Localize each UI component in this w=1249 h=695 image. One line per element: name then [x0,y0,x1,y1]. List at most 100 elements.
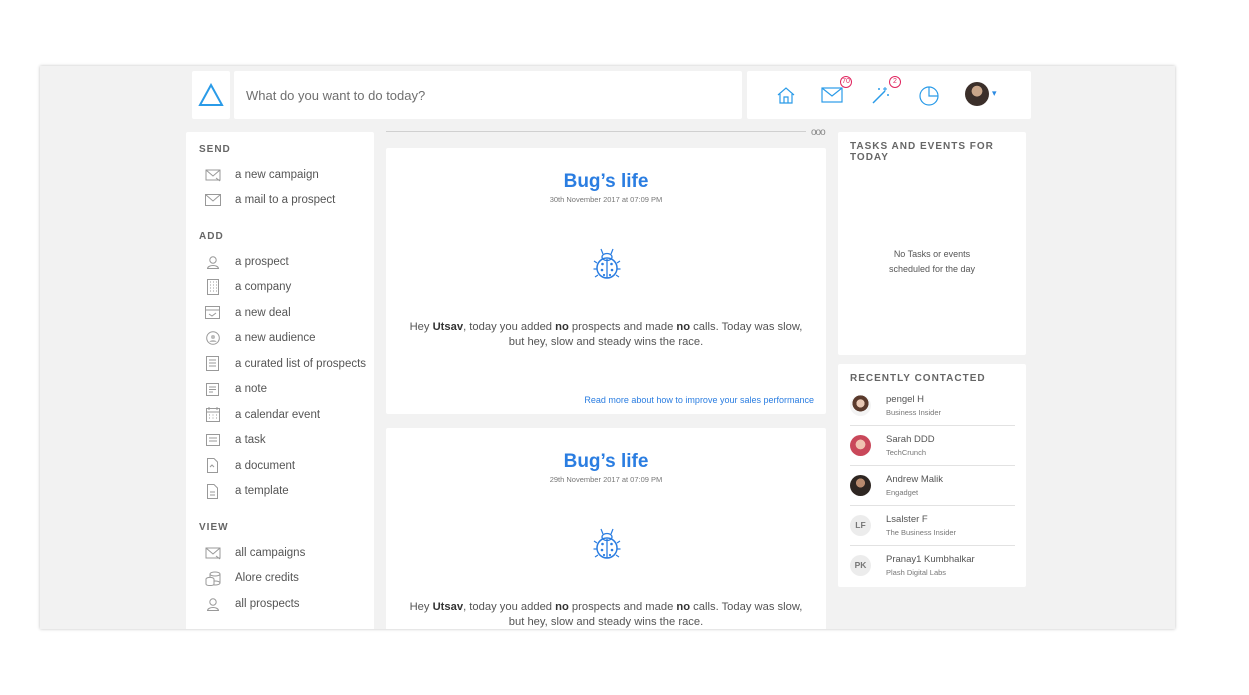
recent-title: RECENTLY CONTACTED [850,373,986,384]
card-title: Bug’s life [563,451,649,472]
contact-item[interactable]: PK Pranay1 Kumbhalkar Plash Digital Labs [850,546,1015,586]
building-icon [204,279,221,296]
more-options-icon[interactable]: ooo [811,127,826,138]
magic-wand-icon [872,87,889,104]
sidebar-item-calendar-event[interactable]: a calendar event [186,402,374,428]
home-icon [777,86,795,104]
sidebar-item-label: a new audience [235,332,316,345]
sidebar-item-label: a company [235,281,292,294]
audience-icon [204,330,221,347]
sidebar-item-new-campaign[interactable]: a new campaign [186,162,374,188]
mail-button[interactable]: 70 [820,76,852,107]
sidebar-item-curated-list[interactable]: a curated list of prospects [186,351,374,377]
mail-badge: 70 [840,76,852,88]
avatar: LF [850,515,871,536]
envelope-icon [204,192,221,209]
card-date: 29th November 2017 at 07:09 PM [549,475,663,484]
template-icon [204,483,221,500]
sidebar-item-prospect[interactable]: a prospect [186,249,374,275]
contact-name: pengel H [886,394,925,405]
task-icon [204,432,221,449]
sidebar-item-label: Alore credits [235,572,299,585]
view-section-title: VIEW [199,522,229,533]
card-date: 30th November 2017 at 07:09 PM [549,195,663,204]
contact-company: The Business Insider [886,528,957,537]
add-section-title: ADD [199,231,224,242]
magic-wand-button[interactable]: 2 [869,76,901,107]
user-icon [204,595,221,612]
campaign-icon [204,544,221,561]
sidebar-item-task[interactable]: a task [186,428,374,454]
card-title: Bug’s life [563,171,649,192]
sidebar-item-label: a mail to a prospect [235,194,336,207]
sidebar-item-mail-prospect[interactable]: a mail to a prospect [186,188,374,214]
sidebar-item-label: a curated list of prospects [235,357,367,370]
top-nav: 70 2 ▾ [747,71,1031,119]
tasks-panel: TASKS AND EVENTS FOR TODAY No Tasks or e… [838,132,1026,355]
avatar [850,435,871,456]
sidebar-item-new-audience[interactable]: a new audience [186,326,374,352]
sidebar-item-label: a template [235,485,289,498]
sidebar-item-label: a new campaign [235,168,319,181]
search-bar[interactable] [234,71,742,119]
contact-company: Engadget [886,488,919,497]
sidebar-item-label: all prospects [235,597,300,610]
ladybug-icon [593,248,621,279]
search-input[interactable] [234,71,742,119]
sidebar-item-note[interactable]: a note [186,377,374,403]
contact-name: Sarah DDD [886,434,935,445]
sidebar-item-label: a document [235,459,296,472]
contact-company: Plash Digital Labs [886,568,947,577]
pie-chart-icon [919,86,939,106]
user-avatar[interactable] [965,82,989,106]
analytics-button[interactable] [917,83,941,107]
tasks-empty-message: No Tasks or events scheduled for the day [888,249,976,274]
card-message: Hey Utsav, today you added no prospects … [409,321,803,348]
sidebar-item-all-campaigns[interactable]: all campaigns [186,540,374,566]
user-icon [204,253,221,270]
app-window: 70 2 ▾ SEND a new campaign [40,66,1175,629]
feed-card: Bug’s life 29th November 2017 at 07:09 P… [386,428,826,629]
home-button[interactable] [774,83,798,107]
tasks-title: TASKS AND EVENTS FOR TODAY [850,141,994,163]
sidebar: SEND a new campaign a mail to a prospect… [186,132,374,629]
sidebar-item-all-prospects[interactable]: all prospects [186,591,374,617]
chevron-down-icon[interactable]: ▾ [992,88,997,99]
send-section-title: SEND [199,144,231,155]
document-icon [204,457,221,474]
read-more-link[interactable]: Read more about how to improve your sale… [584,395,814,405]
contact-item[interactable]: LF Lsalster F The Business Insider [850,506,1015,546]
sidebar-item-company[interactable]: a company [186,275,374,301]
contact-item[interactable]: Andrew Malik Engadget [850,466,1015,506]
campaign-icon [204,166,221,183]
avatar [850,395,871,416]
recently-contacted-panel: RECENTLY CONTACTED pengel H Business Ins… [838,364,1026,587]
sidebar-item-alore-credits[interactable]: Alore credits [186,566,374,592]
deal-icon [204,304,221,321]
sidebar-item-label: a task [235,434,266,447]
contact-name: Andrew Malik [886,474,944,485]
wand-badge: 2 [889,76,901,88]
contact-name: Pranay1 Kumbhalkar [886,554,975,565]
sidebar-item-label: a new deal [235,306,291,319]
avatar: PK [850,555,871,576]
mail-icon [821,87,843,103]
sidebar-item-label: a note [235,383,267,396]
avatar [850,475,871,496]
sidebar-item-new-deal[interactable]: a new deal [186,300,374,326]
sidebar-item-document[interactable]: a document [186,453,374,479]
triangle-logo-icon [198,83,224,106]
sidebar-item-label: a calendar event [235,408,321,421]
list-icon [204,355,221,372]
logo[interactable] [192,71,230,119]
card-message: Hey Utsav, today you added no prospects … [409,601,803,628]
feed-card: Bug’s life 30th November 2017 at 07:09 P… [386,148,826,414]
sidebar-item-label: a prospect [235,255,289,268]
contact-item[interactable]: Sarah DDD TechCrunch [850,426,1015,466]
sidebar-item-label: all campaigns [235,546,306,559]
contact-item[interactable]: pengel H Business Insider [850,386,1015,426]
feed-divider [386,131,806,132]
sidebar-item-template[interactable]: a template [186,479,374,505]
note-icon [204,381,221,398]
coins-icon [204,570,221,587]
